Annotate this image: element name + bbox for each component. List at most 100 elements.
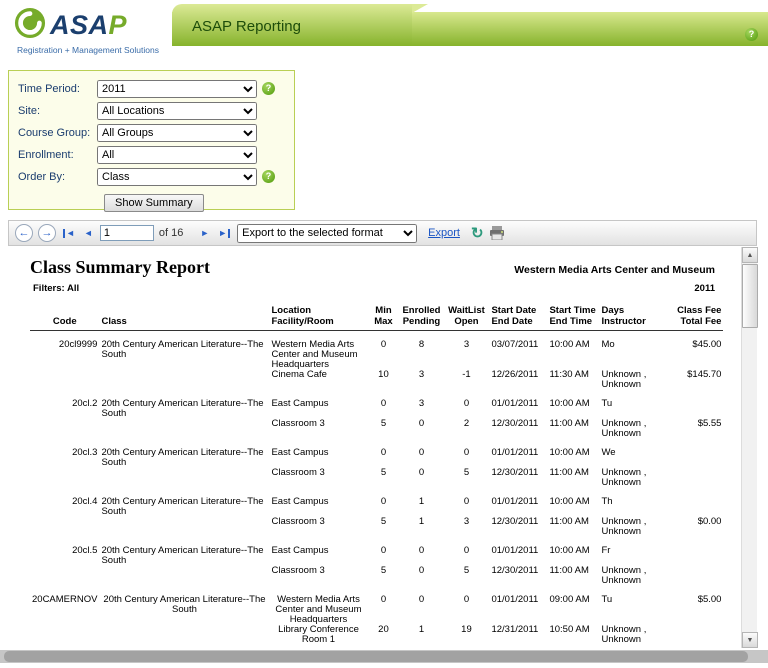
first-page-button[interactable]: ◄ xyxy=(61,228,77,238)
cell: Unknown , Unknown xyxy=(599,625,665,645)
back-icon[interactable]: ← xyxy=(15,224,33,242)
cell: 20cl.2 xyxy=(30,390,99,419)
filter-row-time-period: Time Period: 2011 ? xyxy=(9,79,294,98)
report-title: Class Summary Report xyxy=(30,257,210,278)
table-row: 20CAMERNOV20th Century American Literatu… xyxy=(30,645,723,648)
help-icon[interactable]: ? xyxy=(745,28,758,41)
cell: 0 xyxy=(367,439,399,468)
show-summary-button[interactable]: Show Summary xyxy=(104,194,204,212)
column-header: Start DateEnd Date xyxy=(489,303,547,331)
cell: 10:00 AM xyxy=(547,390,599,419)
vertical-scrollbar[interactable]: ▲ ▼ xyxy=(741,247,757,648)
scroll-down-icon[interactable]: ▼ xyxy=(742,632,758,648)
scrollbar-thumb[interactable] xyxy=(742,264,758,328)
print-icon[interactable] xyxy=(489,226,505,240)
organization-name: Western Media Arts Center and Museum xyxy=(514,264,715,276)
cell: 01/01/2011 xyxy=(489,586,547,625)
cell: 3 xyxy=(443,331,489,371)
course-group-select[interactable]: All Groups xyxy=(97,124,257,142)
cell xyxy=(665,566,723,586)
site-label: Site: xyxy=(9,105,97,117)
enrollment-label: Enrollment: xyxy=(9,149,97,161)
cell: 0 xyxy=(443,439,489,468)
forward-icon[interactable]: → xyxy=(38,224,56,242)
cell: Tu xyxy=(599,390,665,419)
cell: 19 xyxy=(443,625,489,645)
cell xyxy=(665,488,723,517)
class-summary-table: CodeClassLocationFacility/RoomMinMaxEnro… xyxy=(30,303,723,648)
site-select[interactable]: All Locations xyxy=(97,102,257,120)
cell: 5 xyxy=(443,566,489,586)
cell: 20CAMERNOV xyxy=(30,586,99,625)
asap-logo: ASAP Registration + Management Solutions xyxy=(14,7,159,55)
column-header: MinMax xyxy=(367,303,399,331)
cell: 10:00 AM xyxy=(547,439,599,468)
cell xyxy=(665,390,723,419)
cell: 0 xyxy=(399,586,443,625)
time-period-label: Time Period: xyxy=(9,83,97,95)
last-page-button[interactable]: ► xyxy=(216,228,232,238)
scroll-up-icon[interactable]: ▲ xyxy=(742,247,758,263)
cell: $0.00 xyxy=(665,517,723,537)
help-icon[interactable]: ? xyxy=(262,82,275,95)
cell: 10 xyxy=(367,370,399,390)
cell: 2 xyxy=(443,419,489,439)
cell: 12/26/2011 xyxy=(489,370,547,390)
next-page-icon: ► xyxy=(200,228,209,238)
time-period-select[interactable]: 2011 xyxy=(97,80,257,98)
table-row: Classroom 351312/30/201111:00 AMUnknown … xyxy=(30,517,723,537)
cell: East Campus xyxy=(269,488,367,517)
cell: 5 xyxy=(367,517,399,537)
cell: Classroom 3 xyxy=(269,517,367,537)
table-header: CodeClassLocationFacility/RoomMinMaxEnro… xyxy=(30,303,723,331)
course-group-label: Course Group: xyxy=(9,127,97,139)
filter-row-site: Site: All Locations xyxy=(9,101,294,120)
cell: 10:00 AM xyxy=(547,331,599,371)
cell xyxy=(99,566,269,586)
cell: 03/07/2011 xyxy=(489,331,547,371)
help-icon[interactable]: ? xyxy=(262,170,275,183)
cell xyxy=(30,517,99,537)
cell xyxy=(99,419,269,439)
table-row: 20cl.520th Century American Literature--… xyxy=(30,537,723,566)
cell: $5.00 xyxy=(665,586,723,625)
cell: We xyxy=(599,439,665,468)
column-header: Start TimeEnd Time xyxy=(547,303,599,331)
cell: 1 xyxy=(399,625,443,645)
cell: 01/01/2011 xyxy=(489,390,547,419)
cell: 20th Century American Literature--The So… xyxy=(99,537,269,566)
cell xyxy=(99,468,269,488)
cell: Fr xyxy=(599,537,665,566)
cell xyxy=(30,468,99,488)
hscrollbar-thumb[interactable] xyxy=(4,651,748,662)
cell xyxy=(30,419,99,439)
refresh-icon[interactable]: ↻ xyxy=(471,224,484,242)
table-row: Classroom 350512/30/201111:00 AMUnknown … xyxy=(30,468,723,488)
cell: 0 xyxy=(399,645,443,648)
report-toolbar: ← → ◄ ◄ of 16 ► ► Export to the selected… xyxy=(8,220,757,246)
horizontal-scrollbar[interactable] xyxy=(0,650,768,663)
cell: East Campus xyxy=(269,390,367,419)
cell: 11:00 AM xyxy=(547,517,599,537)
export-format-select[interactable]: Export to the selected format xyxy=(237,224,417,243)
prev-page-button[interactable]: ◄ xyxy=(82,228,95,238)
cell: Unknown , Unknown xyxy=(599,517,665,537)
table-row: 20cl999920th Century American Literature… xyxy=(30,331,723,371)
cell: Unknown , Unknown xyxy=(599,566,665,586)
column-header: WaitListOpen xyxy=(443,303,489,331)
export-link[interactable]: Export xyxy=(428,227,460,239)
enrollment-select[interactable]: All xyxy=(97,146,257,164)
cell: 0 xyxy=(367,537,399,566)
cell: 01/03/2011 xyxy=(489,645,547,648)
next-page-button[interactable]: ► xyxy=(198,228,211,238)
cell: 09:00 AM xyxy=(547,586,599,625)
cell: Mo xyxy=(599,331,665,371)
cell: $45.00 xyxy=(665,331,723,371)
cell: 20th Century American Literature--The So… xyxy=(99,439,269,468)
column-header: EnrolledPending xyxy=(399,303,443,331)
cell: 8 xyxy=(399,331,443,371)
cell: Unknown , Unknown xyxy=(599,419,665,439)
order-by-select[interactable]: Class xyxy=(97,168,257,186)
page-number-input[interactable] xyxy=(100,225,154,241)
first-page-bar xyxy=(63,229,65,238)
